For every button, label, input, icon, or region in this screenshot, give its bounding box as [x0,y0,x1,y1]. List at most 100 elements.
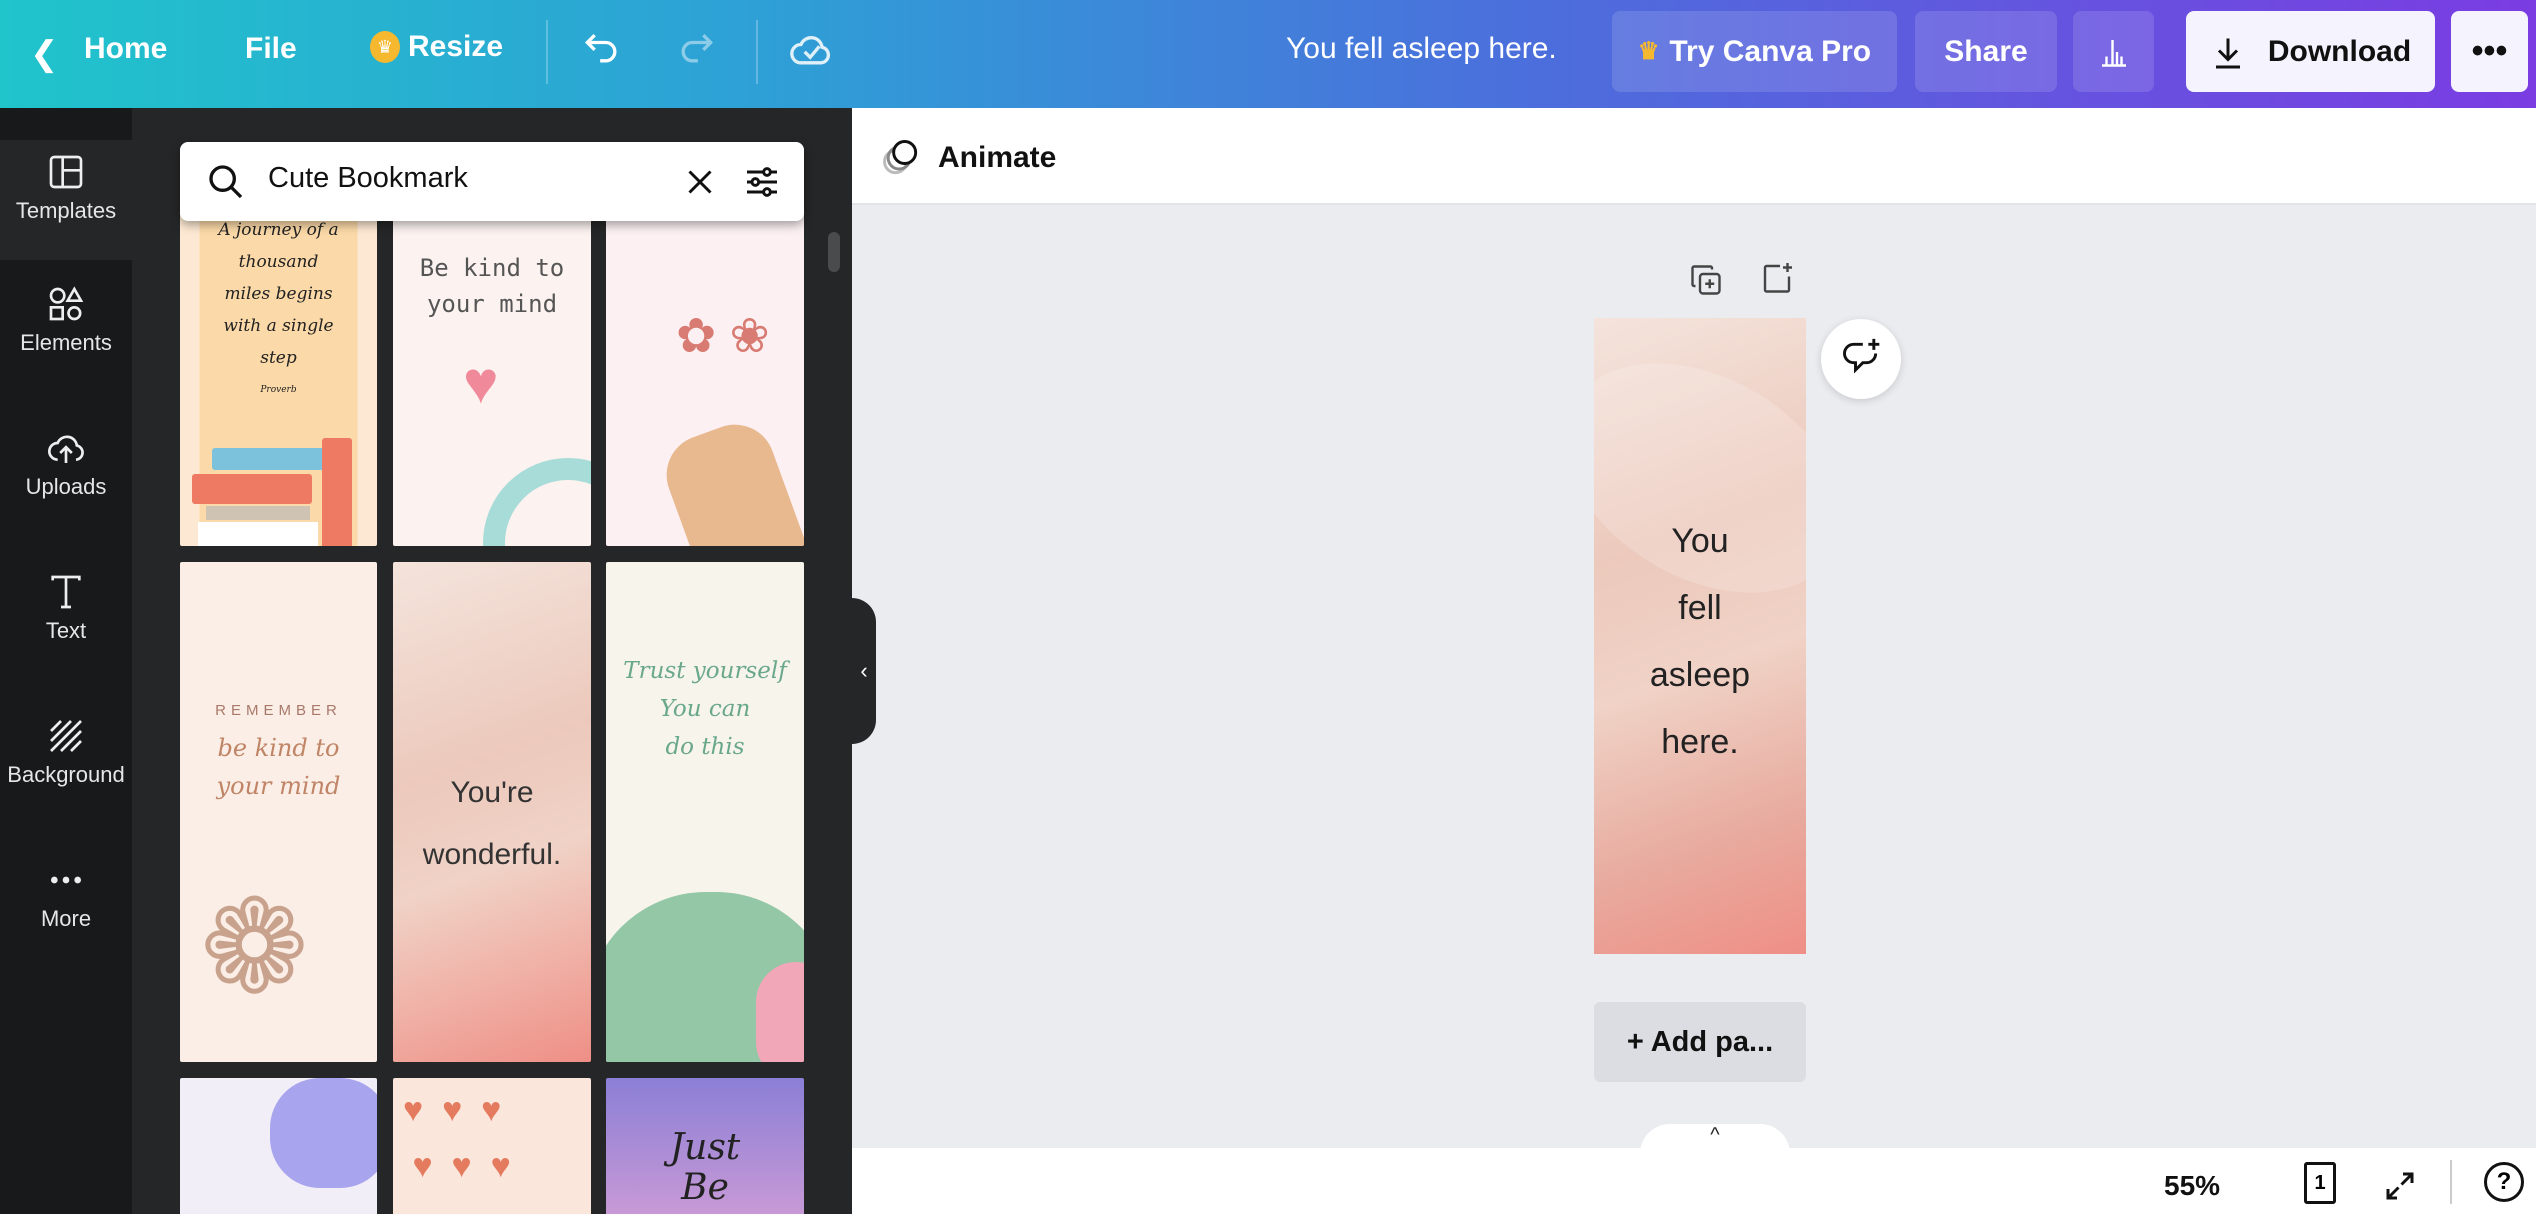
search-icon [209,165,243,199]
template-text: Be [681,1167,729,1208]
page-text-line: You [1671,522,1729,560]
share-button[interactable]: Share [1915,11,2057,92]
template-trust-yourself[interactable]: Trust yourself You can do this [606,562,804,1062]
search-input[interactable] [268,162,648,195]
page-text-line: fell [1678,589,1722,627]
filter-sliders-icon[interactable] [742,162,782,202]
template-text: Trust yourself [623,658,787,684]
more-dots-icon: ••• [2471,32,2508,70]
template-text: step [260,348,297,368]
zoom-level[interactable]: 55% [2164,1170,2220,1202]
design-title[interactable]: You fell asleep here. [1286,32,1557,66]
file-menu[interactable]: File [245,32,297,66]
flowers-illustration: ✿ ❀ [676,310,770,363]
books-illustration [192,438,362,546]
template-lavender[interactable] [180,1078,377,1214]
chevron-up-icon: ^ [1710,1124,1720,1146]
add-page-button[interactable]: + Add pa... [1594,1002,1806,1082]
more-options-button[interactable]: ••• [2451,11,2528,92]
home-button[interactable]: Home [84,32,167,66]
design-page[interactable]: You fell asleep here. [1594,318,1806,954]
hearts-pattern: ♥ ♥ ♥ ♥ ♥ ♥ [403,1091,511,1185]
comment-plus-icon [1843,338,1880,374]
rail-item-uploads[interactable]: Uploads [0,428,132,568]
help-button[interactable]: ? [2484,1162,2524,1202]
side-rail: Templates Elements Uploads Text Backgrou… [0,108,132,1214]
help-icon: ? [2496,1168,2512,1195]
rail-item-templates[interactable]: Templates [0,140,132,260]
hand-illustration [655,413,804,546]
page-text[interactable]: You fell asleep here. [1594,508,1806,776]
heart-illustration: ♥ [463,349,499,416]
clear-search-icon[interactable] [682,164,718,200]
template-text: Be kind to [419,254,565,282]
animate-icon [883,140,918,175]
rainbow-illustration [483,458,591,546]
try-canva-pro-button[interactable]: ♛ Try Canva Pro [1612,11,1897,92]
template-text: miles begins [224,284,333,304]
template-hearts[interactable]: ♥ ♥ ♥ ♥ ♥ ♥ [393,1078,591,1214]
page-count: 1 [2314,1171,2326,1194]
flower-line-art: ❁ [200,874,309,1020]
template-text: your mind [216,772,341,800]
template-text: thousand [238,252,319,272]
top-bar: ❮ Home File ♛ Resize You fell asleep her… [0,0,2536,108]
bar-chart-icon [2101,39,2126,67]
template-flower-hand[interactable]: ✿ ❀ [606,208,804,546]
duplicate-page-icon[interactable] [1688,262,1724,298]
insights-button[interactable] [2073,11,2154,92]
download-icon [2215,38,2240,68]
download-button[interactable]: Download [2186,11,2435,92]
template-wonderful[interactable]: You're wonderful. [393,562,591,1062]
animate-button[interactable]: Animate [878,136,1056,180]
resize-button[interactable]: ♛ Resize [370,30,503,64]
template-remember[interactable]: REMEMBER be kind to your mind ❁ [180,562,377,1062]
page-text-line: asleep [1649,656,1751,694]
context-toolbar: Animate [852,108,2536,205]
divider [756,20,758,84]
rail-label: Elements [20,330,112,355]
text-icon [51,575,81,609]
rail-item-elements[interactable]: Elements [0,284,132,424]
template-text: do this [665,734,745,760]
resize-label: Resize [408,30,504,63]
template-text: Proverb [260,385,297,395]
page-count-button[interactable]: 1 [2304,1162,2336,1204]
rail-label: Templates [15,198,117,223]
template-text: be kind to [217,734,340,762]
divider [2450,1160,2452,1204]
collapse-panel-handle[interactable]: ‹ [852,598,876,744]
background-icon [50,720,82,752]
fullscreen-icon[interactable] [2382,1168,2418,1204]
rail-item-background[interactable]: Background [0,716,132,856]
template-text: your mind [426,290,558,318]
rail-item-text[interactable]: Text [0,572,132,712]
back-chevron-icon[interactable]: ❮ [30,34,59,74]
add-page-icon[interactable] [1759,260,1795,296]
undo-icon[interactable] [580,26,624,75]
template-journey[interactable]: A journey of a thousand miles begins wit… [180,208,377,546]
template-text: You can [659,696,751,722]
divider [546,20,548,84]
template-text: Just [669,1127,741,1168]
template-just-be[interactable]: Just Be [606,1078,804,1214]
uploads-icon [48,435,84,463]
template-be-kind[interactable]: Be kind to your mind ♥ [393,208,591,546]
template-text: wonderful. [422,838,562,871]
template-text: REMEMBER [215,702,342,719]
rail-item-more[interactable]: More [0,860,132,1000]
chevron-left-icon: ‹ [860,658,868,683]
elements-icon [49,286,84,321]
purple-blob-shape [270,1078,377,1188]
rail-label: Text [45,618,87,643]
template-text: You're [450,776,534,809]
rail-label: Background [7,762,125,787]
add-comment-button[interactable] [1821,319,1901,399]
cloud-saved-icon[interactable] [788,28,836,77]
crown-icon: ♛ [1637,38,1660,65]
more-icon [51,876,81,884]
panel-scrollbar[interactable] [828,232,840,272]
animate-label: Animate [938,141,1057,174]
rail-label: More [40,906,92,931]
redo-icon[interactable] [674,26,718,75]
